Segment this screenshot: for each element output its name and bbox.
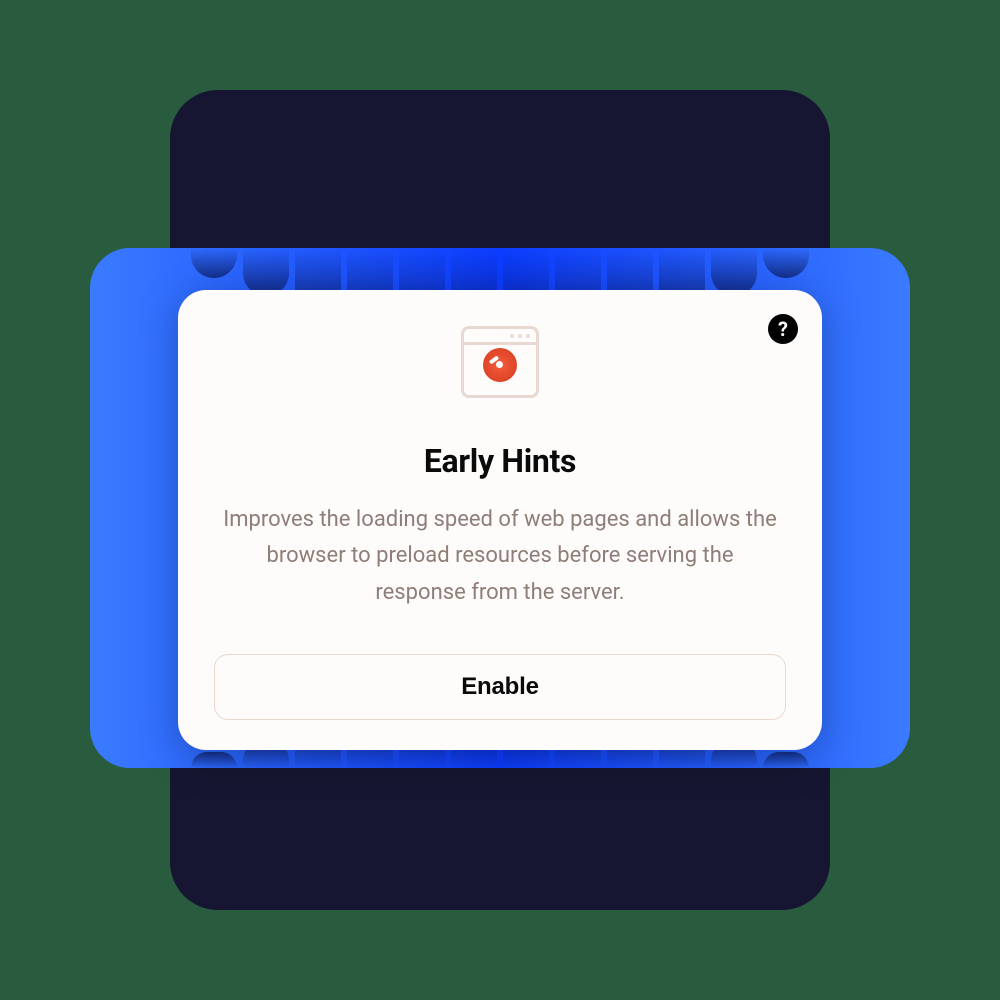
- help-button[interactable]: ?: [768, 314, 798, 344]
- card-description: Improves the loading speed of web pages …: [220, 502, 780, 611]
- window-titlebar-icon: [464, 329, 536, 345]
- help-icon: ?: [778, 317, 788, 341]
- speed-gauge-window-icon: [461, 326, 539, 398]
- gauge-icon: [483, 348, 517, 382]
- feature-card: ? Early Hints Improves the loading speed…: [178, 290, 822, 750]
- enable-button-label: Enable: [461, 673, 539, 700]
- enable-button[interactable]: Enable: [214, 654, 786, 720]
- card-title: Early Hints: [424, 442, 576, 480]
